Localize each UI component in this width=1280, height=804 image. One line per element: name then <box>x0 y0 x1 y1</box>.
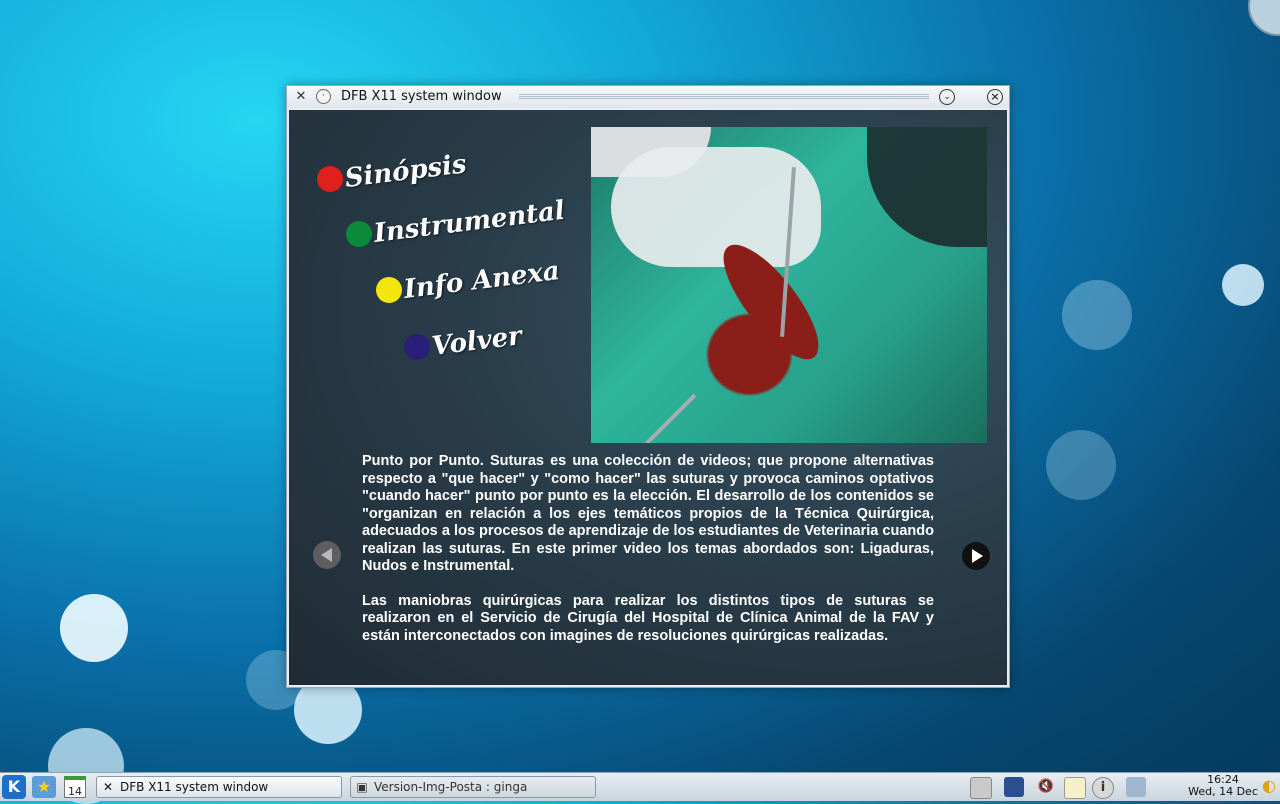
description-text: Punto por Punto. Suturas es una colecció… <box>362 453 934 662</box>
close-icon[interactable]: × <box>987 89 1003 105</box>
app-window: ✕ · DFB X11 system window ⌄ × Sinópsis I… <box>286 85 1010 688</box>
navy-bullet-icon <box>404 334 430 360</box>
green-bullet-icon <box>346 221 372 247</box>
next-button[interactable] <box>962 542 990 570</box>
wallpaper-bokeh <box>1046 430 1116 500</box>
menu-label: Instrumental <box>372 195 567 249</box>
arrow-left-icon <box>320 548 332 562</box>
wallpaper-bokeh <box>1062 280 1132 350</box>
terminal-icon: ▣ <box>356 780 368 794</box>
menu-item-instrumental[interactable]: Instrumental <box>346 196 566 249</box>
display-icon[interactable] <box>1004 777 1024 797</box>
yellow-bullet-icon <box>376 277 402 303</box>
info-icon[interactable]: i <box>1092 777 1114 799</box>
clock[interactable]: 16:24 Wed, 14 Dec <box>1186 774 1260 798</box>
desktop-toolbox-icon[interactable]: ◐ <box>1262 776 1278 796</box>
surgery-video[interactable] <box>591 127 987 443</box>
kde-menu-icon[interactable]: K <box>2 775 26 799</box>
menu-item-sinopsis[interactable]: Sinópsis <box>317 149 468 194</box>
taskbar: K ★ 14 ✕ DFB X11 system window ▣ Version… <box>0 772 1280 801</box>
menu-item-volver[interactable]: Volver <box>404 321 524 362</box>
pin-icon[interactable]: · <box>316 89 331 104</box>
red-bullet-icon <box>317 166 343 192</box>
description-paragraph: Punto por Punto. Suturas es una colecció… <box>362 453 934 574</box>
titlebar-decoration <box>519 94 929 100</box>
calendar-icon[interactable]: 14 <box>64 776 86 798</box>
minimize-icon[interactable]: ⌄ <box>939 89 955 105</box>
network-icon[interactable] <box>1126 777 1146 797</box>
clipboard-icon[interactable] <box>1064 777 1086 799</box>
favorites-star-icon[interactable]: ★ <box>32 776 56 798</box>
description-paragraph: Las maniobras quirúrgicas para realizar … <box>362 592 934 644</box>
desktop-corner-widget[interactable] <box>1248 0 1280 36</box>
x11-app-icon[interactable]: ✕ <box>293 89 309 105</box>
volume-muted-icon[interactable]: 🔇 <box>1036 777 1056 797</box>
menu-label: Volver <box>430 321 524 362</box>
task-label: Version-Img-Posta : ginga <box>374 780 528 794</box>
arrow-right-icon <box>972 549 983 563</box>
monitor-icon[interactable] <box>970 777 992 799</box>
wallpaper-bokeh <box>1222 264 1264 306</box>
window-title: DFB X11 system window <box>341 89 502 104</box>
menu-label: Sinópsis <box>343 149 469 194</box>
window-titlebar[interactable]: ✕ · DFB X11 system window ⌄ × <box>287 86 1009 108</box>
wallpaper-bokeh <box>60 594 128 662</box>
video-scene <box>867 127 987 247</box>
previous-button[interactable] <box>313 541 341 569</box>
menu-label: Info Anexa <box>402 256 562 305</box>
video-scene <box>629 393 697 443</box>
task-label: DFB X11 system window <box>120 780 269 794</box>
x11-app-icon: ✕ <box>102 780 114 794</box>
task-terminal[interactable]: ▣ Version-Img-Posta : ginga <box>350 776 596 798</box>
app-content: Sinópsis Instrumental Info Anexa Volver <box>289 110 1007 685</box>
clock-date: Wed, 14 Dec <box>1188 785 1258 798</box>
menu-item-info-anexa[interactable]: Info Anexa <box>376 256 561 305</box>
task-dfb-window[interactable]: ✕ DFB X11 system window <box>96 776 342 798</box>
